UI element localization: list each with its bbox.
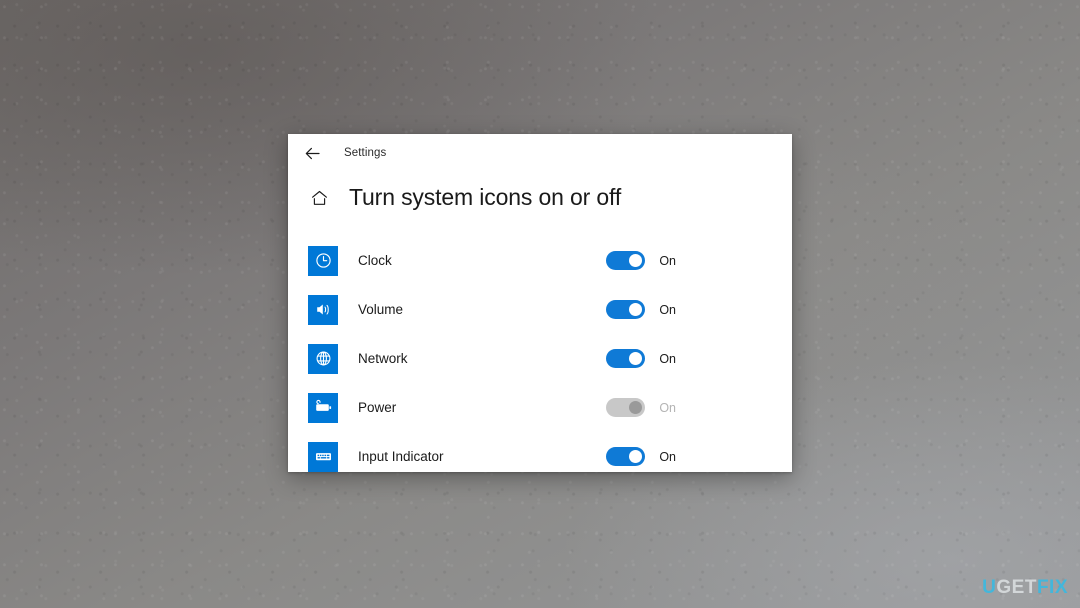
home-icon[interactable]: [306, 185, 332, 211]
toggle-clock[interactable]: [606, 251, 646, 270]
network-globe-icon: [308, 343, 338, 374]
toggle-knob: [629, 303, 643, 316]
toggle-knob: [629, 450, 643, 463]
row-input-indicator[interactable]: Input Indicator On: [308, 432, 792, 472]
back-arrow-icon[interactable]: [298, 140, 326, 166]
page-header: Turn system icons on or off: [288, 184, 792, 211]
row-label: Clock: [358, 253, 392, 268]
watermark-part-1: U: [982, 577, 997, 598]
toggle-area: On: [606, 300, 792, 319]
app-name-label: Settings: [344, 147, 387, 159]
window-titlebar: Settings: [288, 134, 792, 172]
system-icons-list: Clock On Volume On Network On Power On I…: [288, 236, 792, 472]
toggle-area: On: [606, 398, 792, 417]
row-label: Volume: [358, 302, 404, 317]
toggle-area: On: [606, 251, 792, 270]
toggle-state-label: On: [659, 449, 676, 464]
clock-icon: [308, 245, 338, 276]
toggle-area: On: [606, 349, 792, 368]
row-volume[interactable]: Volume On: [308, 285, 792, 334]
toggle-knob: [629, 254, 643, 267]
row-label: Input Indicator: [358, 449, 444, 464]
toggle-knob: [629, 352, 643, 365]
toggle-state-label: On: [659, 253, 676, 268]
toggle-state-label: On: [659, 400, 676, 415]
ugetfix-watermark: U GET FIX: [982, 577, 1068, 599]
keyboard-icon: [308, 441, 338, 472]
watermark-part-3: FIX: [1036, 577, 1068, 598]
toggle-state-label: On: [659, 351, 676, 366]
settings-window: Settings Turn system icons on or off Clo…: [288, 134, 792, 472]
power-battery-icon: [308, 392, 338, 423]
page-title: Turn system icons on or off: [349, 184, 622, 210]
toggle-knob: [629, 401, 643, 414]
watermark-part-2: GET: [996, 577, 1037, 598]
toggle-area: On: [606, 447, 792, 466]
toggle-state-label: On: [659, 302, 676, 317]
toggle-power: [606, 398, 646, 417]
row-label: Network: [358, 351, 408, 366]
volume-speaker-icon: [308, 294, 338, 325]
toggle-network[interactable]: [606, 349, 646, 368]
row-network[interactable]: Network On: [308, 334, 792, 383]
toggle-input-indicator[interactable]: [606, 447, 646, 466]
row-label: Power: [358, 400, 397, 415]
row-power[interactable]: Power On: [308, 383, 792, 432]
toggle-volume[interactable]: [606, 300, 646, 319]
row-clock[interactable]: Clock On: [308, 236, 792, 285]
